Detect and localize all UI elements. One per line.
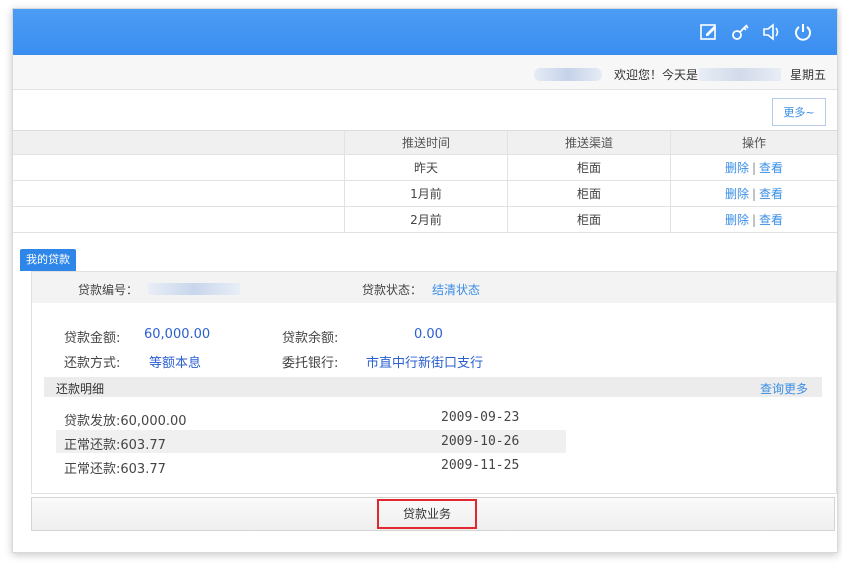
repayment-date: 2009-11-25 xyxy=(441,458,520,473)
weekday-text: 星期五 xyxy=(790,68,827,82)
loan-amount-value: 60,000.00 xyxy=(144,327,211,342)
push-header-blank xyxy=(13,130,345,155)
loan-balance-value: 0.00 xyxy=(414,327,443,342)
edit-icon[interactable] xyxy=(698,21,720,43)
top-bar xyxy=(13,9,837,55)
table-row: 贷款发放:60,000.00 2009-09-23 xyxy=(56,406,566,429)
push-time: 1月前 xyxy=(344,180,508,207)
repayment-item: 贷款发放:60,000.00 xyxy=(64,414,187,429)
tab-my-loans[interactable]: 我的贷款 xyxy=(20,249,76,271)
loan-amount-label: 贷款金额: xyxy=(64,331,121,346)
link-separator: | xyxy=(751,161,757,175)
welcome-bar: 欢迎您！今天是 星期五 xyxy=(13,55,837,90)
power-icon[interactable] xyxy=(792,21,814,43)
loan-panel: 贷款编号： 贷款状态： 结清状态 贷款金额: 60,000.00 贷款余额: 0… xyxy=(31,271,837,494)
view-link[interactable]: 查看 xyxy=(759,213,783,227)
business-bar: 贷款业务 xyxy=(31,497,835,531)
push-time: 2月前 xyxy=(344,206,508,233)
push-header-action: 操作 xyxy=(670,130,837,155)
loan-summary-header: 贷款编号： 贷款状态： 结清状态 xyxy=(32,272,836,303)
delete-link[interactable]: 删除 xyxy=(725,213,749,227)
more-button[interactable]: 更多~ xyxy=(772,98,826,126)
trust-bank-label: 委托银行: xyxy=(282,356,339,371)
view-link[interactable]: 查看 xyxy=(759,187,783,201)
loan-status-label: 贷款状态： xyxy=(362,283,423,297)
date-redacted xyxy=(699,68,781,81)
push-channel: 柜面 xyxy=(507,154,671,181)
push-actions: 删除 | 查看 xyxy=(670,180,837,207)
push-table-header: 推送时间 推送渠道 操作 xyxy=(13,130,837,155)
welcome-text: 欢迎您！今天是 xyxy=(614,68,699,82)
trust-bank-value: 市直中行新街口支行 xyxy=(366,356,484,371)
table-row: 1月前 柜面 删除 | 查看 xyxy=(13,180,837,207)
repay-method-label: 还款方式: xyxy=(64,356,121,371)
link-separator: | xyxy=(751,187,757,201)
table-cell-blank xyxy=(13,154,345,181)
push-channel: 柜面 xyxy=(507,180,671,207)
push-time: 昨天 xyxy=(344,154,508,181)
push-actions: 删除 | 查看 xyxy=(670,206,837,233)
main-window: 欢迎您！今天是 星期五 更多~ 推送时间 推送渠道 操作 昨天 柜面 删除 | 查看 xyxy=(12,8,838,553)
link-separator: | xyxy=(751,213,757,227)
repayment-item: 正常还款:603.77 xyxy=(64,438,166,453)
loan-balance-label: 贷款余额: xyxy=(282,331,339,346)
loan-number-label: 贷款编号： xyxy=(78,283,139,297)
speaker-icon[interactable] xyxy=(761,21,783,43)
table-cell-blank xyxy=(13,206,345,233)
push-header-channel: 推送渠道 xyxy=(507,130,671,155)
push-actions: 删除 | 查看 xyxy=(670,154,837,181)
loan-business-button[interactable]: 贷款业务 xyxy=(377,499,477,529)
repayment-item: 正常还款:603.77 xyxy=(64,462,166,477)
table-row: 正常还款:603.77 2009-10-26 xyxy=(56,430,566,453)
repayment-date: 2009-09-23 xyxy=(441,410,520,425)
user-name-redacted xyxy=(534,68,602,81)
repayment-detail-title: 还款明细 xyxy=(56,382,105,396)
loan-number-redacted xyxy=(148,283,240,295)
loan-status-value: 结清状态 xyxy=(432,283,481,297)
repayment-detail-header: 还款明细 查询更多 xyxy=(44,377,822,397)
table-row: 2月前 柜面 删除 | 查看 xyxy=(13,206,837,233)
push-channel: 柜面 xyxy=(507,206,671,233)
table-row: 昨天 柜面 删除 | 查看 xyxy=(13,154,837,181)
query-more-link[interactable]: 查询更多 xyxy=(760,380,808,397)
table-row: 正常还款:603.77 2009-11-25 xyxy=(56,454,566,477)
repayment-date: 2009-10-26 xyxy=(441,434,520,449)
push-header-time: 推送时间 xyxy=(344,130,508,155)
repay-method-value: 等额本息 xyxy=(149,356,202,371)
delete-link[interactable]: 删除 xyxy=(725,161,749,175)
delete-link[interactable]: 删除 xyxy=(725,187,749,201)
key-icon[interactable] xyxy=(729,21,751,43)
push-table: 推送时间 推送渠道 操作 昨天 柜面 删除 | 查看 1月前 柜面 删除 | 查看 xyxy=(13,130,837,233)
view-link[interactable]: 查看 xyxy=(759,161,783,175)
table-cell-blank xyxy=(13,180,345,207)
